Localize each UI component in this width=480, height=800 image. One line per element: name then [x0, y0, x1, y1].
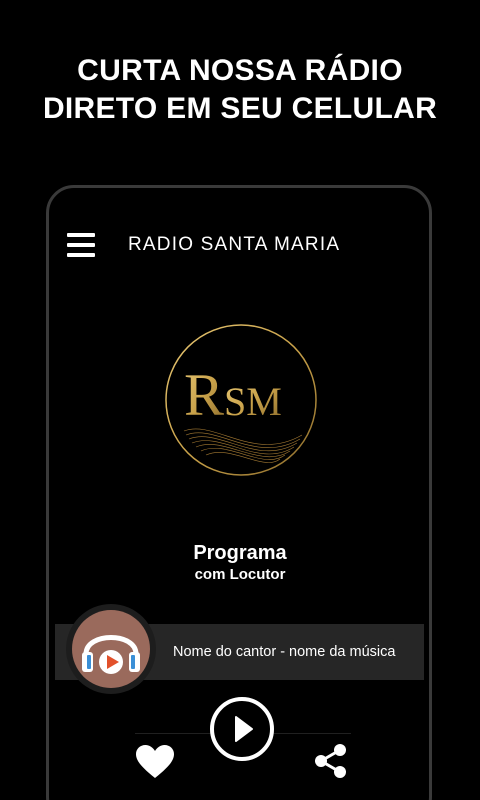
- program-name: Programa: [193, 542, 287, 564]
- promo-line-1: CURTA NOSSA RÁDIO: [77, 54, 403, 87]
- play-icon: [235, 716, 253, 742]
- headphones-icon: [82, 635, 140, 674]
- headphones-badge-inner: [72, 610, 150, 688]
- app-title: RADIO SANTA MARIA: [128, 234, 341, 255]
- track-title: Nome do cantor - nome da música: [173, 644, 396, 660]
- share-icon[interactable]: [313, 743, 349, 779]
- logo-letter-r: R: [184, 362, 224, 428]
- promo-line-2: DIRETO EM SEU CELULAR: [42, 92, 438, 125]
- promo-headline: CURTA NOSSA RÁDIO DIRETO EM SEU CELULAR: [0, 52, 480, 128]
- headphones-badge: [66, 604, 156, 694]
- station-logo: R SM: [165, 324, 317, 476]
- play-button[interactable]: [210, 697, 274, 761]
- hamburger-menu-icon[interactable]: [67, 233, 95, 257]
- logo-letters-sm: SM: [224, 379, 282, 424]
- program-info: Programa com Locutor: [0, 541, 480, 585]
- program-host: com Locutor: [194, 566, 286, 583]
- app-bar: RADIO SANTA MARIA: [55, 214, 425, 276]
- heart-icon[interactable]: [136, 745, 174, 779]
